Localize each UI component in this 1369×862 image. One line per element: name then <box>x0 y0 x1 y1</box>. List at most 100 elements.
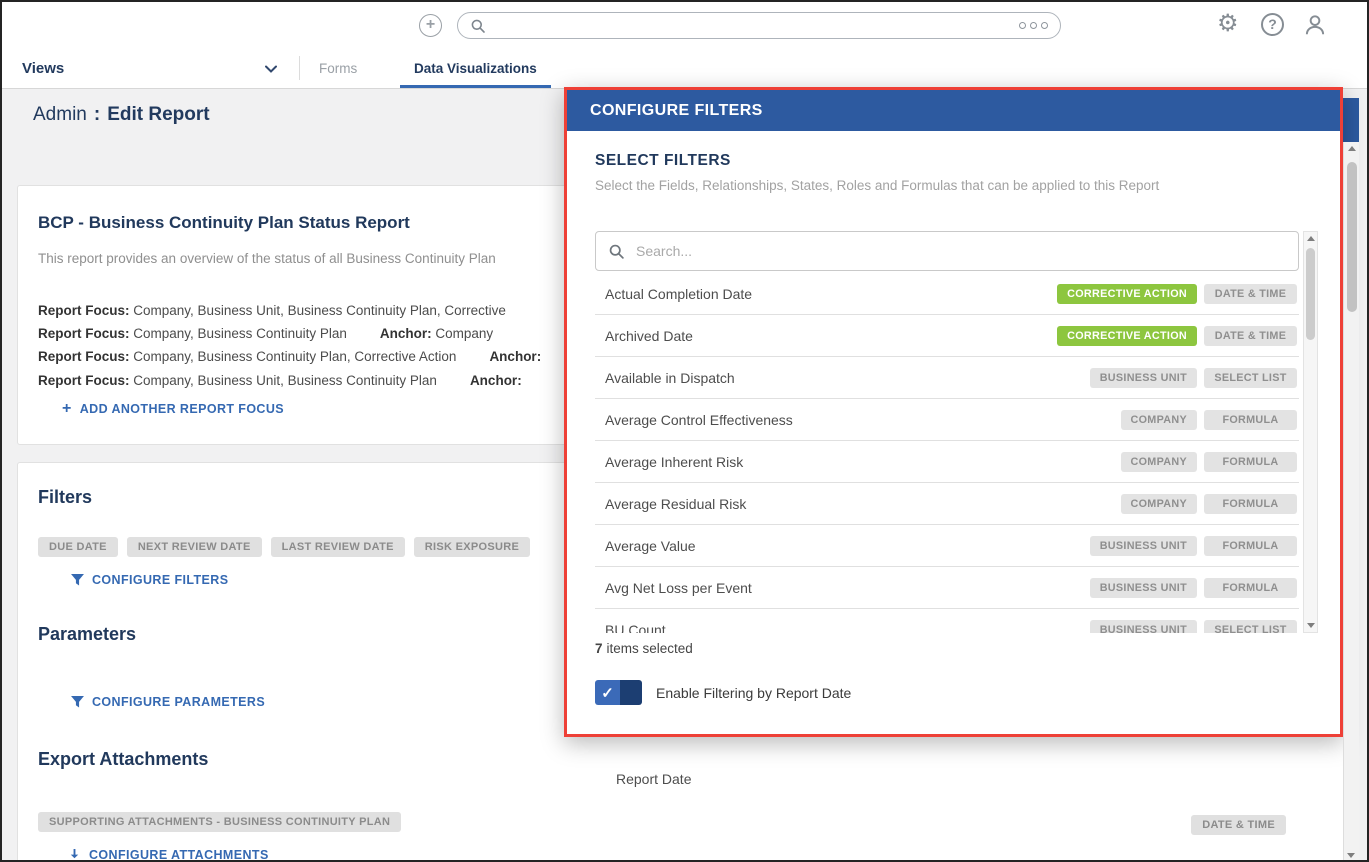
filter-tag: BUSINESS UNIT <box>1089 577 1197 598</box>
report-date-checkbox[interactable]: ✓ <box>595 680 642 705</box>
filter-search-input[interactable] <box>634 242 1286 260</box>
page-title-text: Edit Report <box>107 104 210 125</box>
tag-pill: LAST REVIEW DATE <box>270 537 405 557</box>
page-title: Admin: Edit Report <box>33 104 210 125</box>
views-label: Views <box>22 59 65 77</box>
report-date-panel: Report Date DATE & TIME <box>567 735 1343 860</box>
scrollbar-thumb[interactable] <box>1306 248 1315 340</box>
configure-filters-button[interactable]: CONFIGURE FILTERS <box>71 573 228 587</box>
report-focus-label: Report Focus: <box>38 303 130 318</box>
scroll-up-icon[interactable] <box>1306 236 1315 241</box>
filter-tag: BUSINESS UNIT <box>1089 367 1197 388</box>
filter-row-label: Avg Net Loss per Event <box>605 579 752 596</box>
report-focus-label: Report Focus: <box>38 349 130 365</box>
report-date-toggle-row: ✓ Enable Filtering by Report Date <box>595 680 1318 705</box>
filter-tag: FORMULA <box>1204 493 1297 514</box>
modal-body: SELECT FILTERS Select the Fields, Relati… <box>567 131 1340 705</box>
tag-pill: DUE DATE <box>38 537 118 557</box>
anchor-label: Anchor: <box>469 372 522 388</box>
more-options-icon[interactable] <box>1019 22 1048 29</box>
views-dropdown[interactable]: Views <box>22 48 277 88</box>
filter-row-label: Available in Dispatch <box>605 369 735 386</box>
filter-row[interactable]: Average Control Effectiveness COMPANY FORM… <box>595 399 1299 441</box>
filter-row[interactable]: Avg Net Loss per Event BUSINESS UNIT FORMU… <box>595 567 1299 609</box>
filter-tag: CORRECTIVE ACTION <box>1057 283 1197 304</box>
filter-row-tags: BUSINESS UNIT FORMULA <box>1089 535 1297 556</box>
modal-title: CONFIGURE FILTERS <box>590 101 763 119</box>
anchor-label: Anchor: <box>379 326 432 342</box>
filter-tag: CORRECTIVE ACTION <box>1057 325 1197 346</box>
filter-search[interactable] <box>595 231 1299 271</box>
filter-funnel-icon <box>71 574 84 586</box>
tab-forms[interactable]: Forms <box>305 48 371 88</box>
filter-row[interactable]: Actual Completion Date CORRECTIVE ACTION D… <box>595 273 1299 315</box>
chevron-down-icon <box>265 65 277 73</box>
filter-row[interactable]: Available in Dispatch BUSINESS UNIT SELECT… <box>595 357 1299 399</box>
filter-row-tags: BUSINESS UNIT SELECT LIST <box>1089 619 1297 633</box>
global-search[interactable] <box>457 12 1061 39</box>
filter-row-label: Archived Date <box>605 327 693 344</box>
filter-row[interactable]: Archived Date CORRECTIVE ACTION DATE & TIM… <box>595 315 1299 357</box>
filter-row-tags: COMPANY FORMULA <box>1120 409 1297 430</box>
modal-scrollbar[interactable] <box>1303 231 1318 633</box>
filter-tag: BUSINESS UNIT <box>1089 619 1197 633</box>
scroll-down-icon[interactable] <box>1346 853 1355 858</box>
tag-pill: NEXT REVIEW DATE <box>126 537 262 557</box>
filter-row[interactable]: Average Residual Risk COMPANY FORMULA <box>595 483 1299 525</box>
date-time-tag: DATE & TIME <box>1191 815 1286 835</box>
scroll-down-icon[interactable] <box>1306 623 1315 628</box>
global-search-input[interactable] <box>494 17 1011 34</box>
filter-row[interactable]: BU Count BUSINESS UNIT SELECT LIST <box>595 609 1299 633</box>
filter-tag: DATE & TIME <box>1204 325 1297 346</box>
select-filters-heading: SELECT FILTERS <box>595 152 731 169</box>
filter-tag: COMPANY <box>1120 409 1197 430</box>
scroll-up-icon[interactable] <box>1347 146 1356 151</box>
add-icon[interactable]: + <box>419 14 442 37</box>
filter-row-list: Actual Completion Date CORRECTIVE ACTION D… <box>595 273 1299 633</box>
filter-row[interactable]: Average Inherent Risk COMPANY FORMULA <box>595 441 1299 483</box>
search-icon <box>609 244 624 259</box>
filter-row-tags: CORRECTIVE ACTION DATE & TIME <box>1057 325 1297 346</box>
page-scrollbar[interactable] <box>1343 142 1359 860</box>
filter-row-tags: BUSINESS UNIT FORMULA <box>1089 577 1297 598</box>
filter-row-label: BU Count <box>605 621 666 634</box>
plus-icon: + <box>62 399 72 417</box>
scrollbar-thumb[interactable] <box>1347 162 1357 312</box>
selected-count-line: 7 items selected <box>595 641 1318 656</box>
search-icon <box>471 19 485 33</box>
report-focus-value: Company, Business Continuity Plan, Corre… <box>133 349 457 365</box>
report-focus-value: Company, Business Unit, Business Continu… <box>133 303 506 318</box>
filter-tag: COMPANY <box>1120 451 1197 472</box>
report-date-label: Report Date <box>616 771 692 787</box>
filter-tag: SELECT LIST <box>1204 367 1297 388</box>
filter-tag: FORMULA <box>1204 409 1297 430</box>
filter-row-label: Average Value <box>605 537 696 554</box>
configure-attachments-button[interactable]: CONFIGURE ATTACHMENTS <box>68 848 269 860</box>
checkbox-fill <box>620 680 642 705</box>
filter-tag: BUSINESS UNIT <box>1089 535 1197 556</box>
filter-row-label: Average Inherent Risk <box>605 453 744 470</box>
filter-row-tags: BUSINESS UNIT SELECT LIST <box>1089 367 1297 388</box>
anchor-label: Anchor: <box>489 349 542 365</box>
filter-row-label: Average Control Effectiveness <box>605 411 793 428</box>
tag-pill: RISK EXPOSURE <box>413 537 531 557</box>
report-focus-value: Company, Business Unit, Business Continu… <box>133 372 437 388</box>
configure-parameters-button[interactable]: CONFIGURE PARAMETERS <box>71 695 265 709</box>
filter-row-tags: CORRECTIVE ACTION DATE & TIME <box>1057 283 1297 304</box>
filter-funnel-icon <box>71 696 84 708</box>
help-icon[interactable]: ? <box>1261 13 1284 36</box>
select-filters-subtitle: Select the Fields, Relationships, States… <box>595 178 1160 193</box>
report-focus-value: Company, Business Continuity Plan <box>133 326 347 342</box>
app-window: + ⚙ ? Views Forms Data Visualizations Ad… <box>0 0 1369 862</box>
settings-icon[interactable]: ⚙ <box>1217 11 1239 37</box>
filter-tag: FORMULA <box>1204 577 1297 598</box>
filter-row[interactable]: Average Value BUSINESS UNIT FORMULA <box>595 525 1299 567</box>
filter-tag: SELECT LIST <box>1204 619 1297 633</box>
add-report-focus-button[interactable]: + ADD ANOTHER REPORT FOCUS <box>62 399 284 417</box>
filter-tag: FORMULA <box>1204 451 1297 472</box>
selected-count: 7 <box>595 641 603 656</box>
report-date-toggle-label: Enable Filtering by Report Date <box>656 684 852 701</box>
filter-list-container: Actual Completion Date CORRECTIVE ACTION D… <box>595 231 1318 633</box>
user-icon[interactable] <box>1302 12 1328 38</box>
tab-data-visualizations[interactable]: Data Visualizations <box>400 48 551 88</box>
